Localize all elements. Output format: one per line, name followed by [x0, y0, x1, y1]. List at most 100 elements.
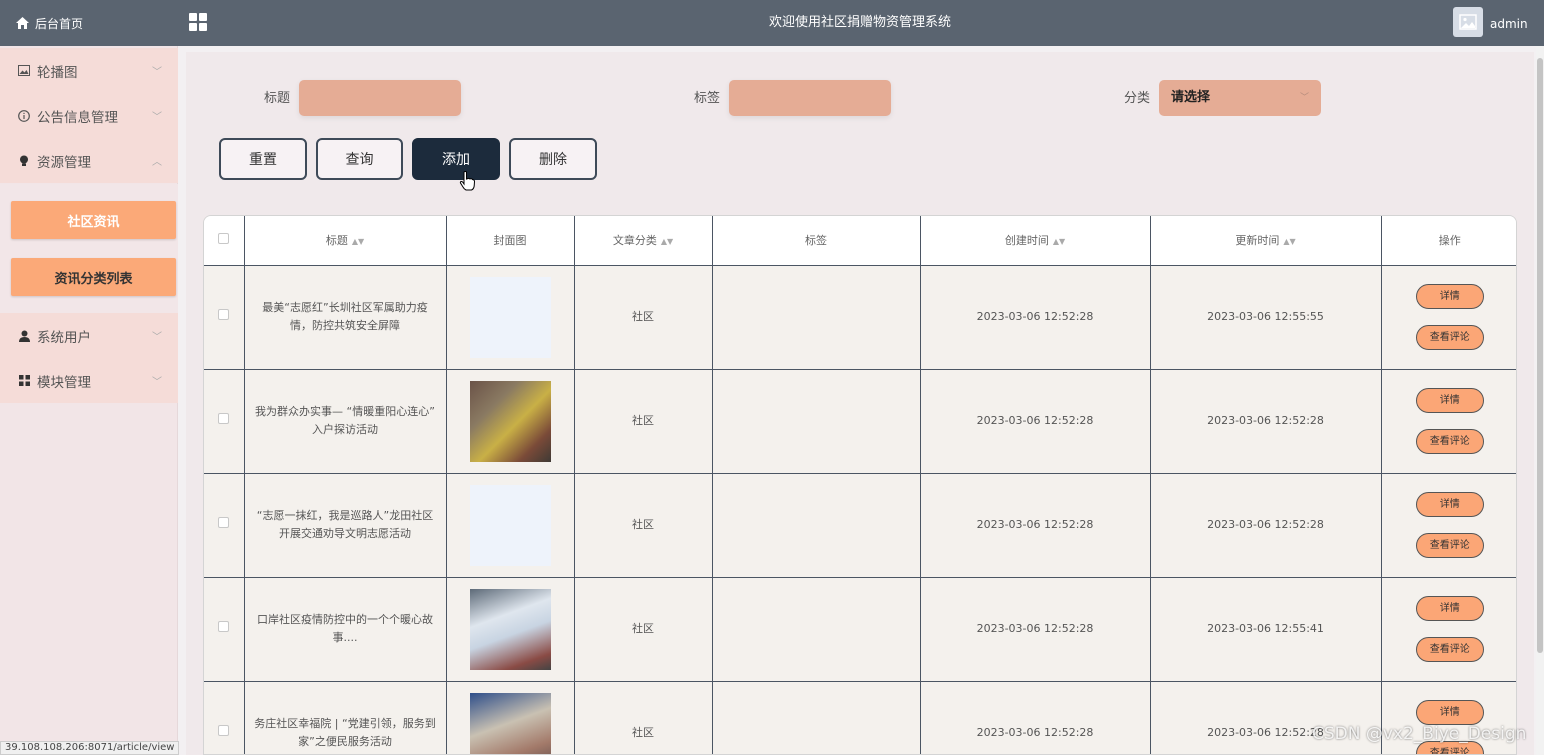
cover-image [469, 484, 551, 566]
delete-button[interactable]: 删除 [509, 138, 597, 180]
column-header-tag: 标签 [712, 216, 921, 266]
row-checkbox[interactable] [218, 725, 230, 736]
tag-filter-label: 标签 [694, 91, 721, 106]
row-title: 最美“志愿红”长圳社区军属助力疫情，防控共筑安全屏障 [244, 265, 447, 370]
chevron-up-icon: ︿ [152, 157, 162, 168]
sort-icon[interactable]: ▲▼ [661, 237, 673, 246]
row-checkbox[interactable] [218, 621, 230, 632]
column-header-category[interactable]: 文章分类 ▲▼ [574, 216, 713, 266]
table-row: 口岸社区疫情防控中的一个个暖心故事.... 社区 2023-03-06 12:5… [204, 577, 1516, 682]
row-updated: 2023-03-06 12:52:28 [1150, 473, 1382, 578]
row-tag [712, 369, 921, 474]
title-filter-input[interactable] [299, 80, 461, 116]
detail-button[interactable]: 详情 [1415, 284, 1484, 309]
view-comments-button[interactable]: 查看评论 [1415, 429, 1484, 454]
column-label: 文章分类 [612, 234, 657, 248]
sidebar-item-label: 轮播图 [37, 64, 78, 81]
avatar[interactable] [1453, 7, 1483, 37]
row-created: 2023-03-06 12:52:28 [920, 369, 1151, 474]
browser-status-url: 39.108.108.206:8071/article/view [0, 741, 180, 755]
sort-icon[interactable]: ▲▼ [1283, 237, 1295, 246]
submenu-label: 资讯分类列表 [54, 271, 133, 287]
hand-cursor-icon [459, 171, 475, 191]
sidebar-item-resources[interactable]: 资源管理 ︿ [0, 138, 178, 183]
cover-image [469, 276, 551, 358]
home-link[interactable]: 后台首页 [0, 0, 178, 46]
submenu-news-category-list[interactable]: 资讯分类列表 [11, 258, 176, 296]
submenu-community-news[interactable]: 社区资讯 [11, 201, 176, 239]
row-title: 我为群众办实事— “情暖重阳心连心” 入户探访活动 [244, 369, 447, 474]
modules-icon [17, 375, 31, 386]
tag-filter-input[interactable] [729, 80, 891, 116]
column-label: 标题 [325, 234, 348, 248]
row-tag [712, 265, 921, 370]
detail-button[interactable]: 详情 [1415, 388, 1484, 413]
sidebar-item-system-users[interactable]: 系统用户 ﹀ [0, 313, 178, 358]
query-button[interactable]: 查询 [316, 138, 403, 180]
view-comments-button[interactable]: 查看评论 [1415, 637, 1484, 662]
sidebar-item-carousel[interactable]: 轮播图 ﹀ [0, 48, 178, 93]
category-select[interactable]: 请选择 ﹀ [1159, 80, 1321, 116]
detail-button[interactable]: 详情 [1415, 596, 1484, 621]
row-created: 2023-03-06 12:52:28 [920, 577, 1151, 682]
row-title: 务庄社区幸福院 | “党建引领，服务到家”之便民服务活动 [244, 681, 447, 754]
row-checkbox[interactable] [218, 517, 230, 528]
chevron-down-icon: ﹀ [1299, 93, 1309, 103]
column-header-updated[interactable]: 更新时间 ▲▼ [1150, 216, 1382, 266]
column-header-actions: 操作 [1381, 216, 1516, 266]
row-tag [712, 577, 921, 682]
table-row: “志愿一抹红，我是巡路人”龙田社区开展交通劝导文明志愿活动 社区 2023-03… [204, 473, 1516, 578]
app-title: 欢迎使用社区捐赠物资管理系统 [768, 15, 951, 30]
sidebar-item-modules[interactable]: 模块管理 ﹀ [0, 358, 178, 403]
column-label: 创建时间 [1004, 234, 1049, 248]
reset-button[interactable]: 重置 [219, 138, 307, 180]
article-table: 标题 ▲▼ 封面图 文章分类 ▲▼ 标签 创建时间 ▲▼ 更新时间 ▲▼ 操作 最美“志… [203, 215, 1517, 755]
column-header-title[interactable]: 标题 ▲▼ [244, 216, 447, 266]
row-created: 2023-03-06 12:52:28 [920, 265, 1151, 370]
row-created: 2023-03-06 12:52:28 [920, 473, 1151, 578]
view-comments-button[interactable]: 查看评论 [1415, 325, 1484, 350]
chevron-down-icon: ﹀ [152, 112, 162, 123]
column-label: 封面图 [493, 234, 527, 248]
page-scrollbar[interactable] [1536, 46, 1544, 755]
row-title: 口岸社区疫情防控中的一个个暖心故事.... [244, 577, 447, 682]
cover-image [469, 692, 551, 754]
row-updated: 2023-03-06 12:55:55 [1150, 265, 1382, 370]
row-category: 社区 [574, 681, 713, 754]
scrollbar-thumb[interactable] [1537, 58, 1543, 653]
cover-image [469, 588, 551, 670]
cover-image [469, 380, 551, 462]
sort-icon[interactable]: ▲▼ [1053, 237, 1065, 246]
image-icon [17, 65, 31, 76]
row-title: “志愿一抹红，我是巡路人”龙田社区开展交通劝导文明志愿活动 [244, 473, 447, 578]
table-header-row: 标题 ▲▼ 封面图 文章分类 ▲▼ 标签 创建时间 ▲▼ 更新时间 ▲▼ 操作 [204, 216, 1516, 266]
title-filter-label: 标题 [264, 91, 291, 106]
column-header-cover: 封面图 [446, 216, 575, 266]
row-tag [712, 473, 921, 578]
home-label: 后台首页 [35, 16, 84, 31]
sidebar-item-announcements[interactable]: 公告信息管理 ﹀ [0, 93, 178, 138]
column-label: 操作 [1438, 234, 1461, 248]
username[interactable]: admin [1490, 0, 1528, 46]
sidebar-item-label: 系统用户 [37, 329, 91, 346]
category-filter-label: 分类 [1124, 91, 1151, 106]
row-checkbox[interactable] [218, 413, 230, 424]
row-checkbox[interactable] [218, 309, 230, 320]
view-comments-button[interactable]: 查看评论 [1415, 533, 1484, 558]
category-select-value: 请选择 [1171, 90, 1211, 105]
detail-button[interactable]: 详情 [1415, 700, 1484, 725]
sidebar-item-label: 模块管理 [37, 374, 91, 391]
sort-icon[interactable]: ▲▼ [352, 237, 364, 246]
sidebar-item-label: 资源管理 [37, 154, 91, 171]
user-icon [17, 330, 31, 342]
submenu-label: 社区资讯 [67, 214, 120, 230]
column-label: 更新时间 [1235, 234, 1280, 248]
detail-button[interactable]: 详情 [1415, 492, 1484, 517]
chevron-down-icon: ﹀ [152, 332, 162, 343]
select-all-checkbox[interactable] [218, 233, 230, 245]
add-button[interactable]: 添加 [412, 138, 500, 180]
sidebar: 轮播图 ﹀ 公告信息管理 ﹀ 资源管理 ︿ 社区资讯 资讯分类列表 系统用户 ﹀… [0, 46, 178, 755]
menu-toggle-icon[interactable] [189, 13, 207, 31]
row-category: 社区 [574, 369, 713, 474]
column-header-created[interactable]: 创建时间 ▲▼ [920, 216, 1151, 266]
